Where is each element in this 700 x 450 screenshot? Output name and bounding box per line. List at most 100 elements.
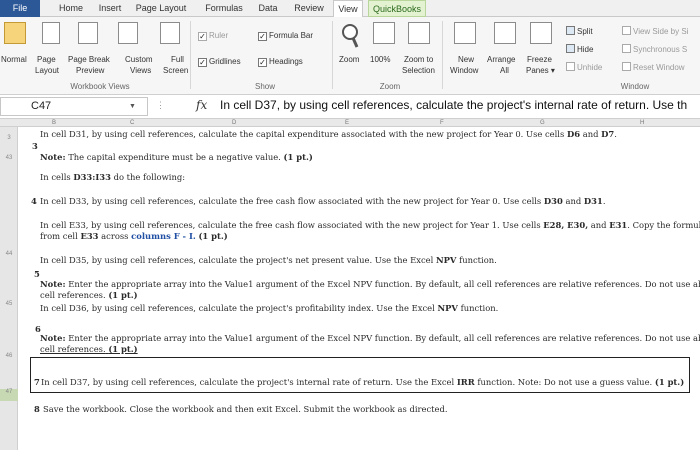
note-label: Note:	[40, 279, 66, 289]
normal-view-button[interactable]: Normal	[1, 55, 27, 64]
tab-review[interactable]: Review	[288, 0, 330, 17]
arrange-all-l1[interactable]: Arrange	[487, 55, 515, 64]
gridlines-checkbox[interactable]: ✓ Gridlines	[198, 57, 241, 67]
column-header-e[interactable]: E	[345, 119, 349, 127]
headings-checkbox[interactable]: ✓ Headings	[258, 57, 303, 67]
custom-views-button-l1[interactable]: Custom	[125, 55, 153, 64]
view-side-by-side-button[interactable]: View Side by Si	[622, 26, 688, 36]
formula-bar-checkbox[interactable]: ✓ Formula Bar	[258, 31, 313, 41]
group-label-zoom: Zoom	[379, 82, 401, 91]
instruction-text: cell references.	[40, 344, 106, 354]
points-text: (1 pt.)	[198, 231, 228, 241]
column-header-d[interactable]: D	[232, 119, 236, 127]
tab-home[interactable]: Home	[52, 0, 90, 17]
row-header-active[interactable]: 47	[0, 389, 18, 401]
freeze-panes-l2[interactable]: Panes ▾	[526, 66, 555, 75]
instruction-text: In cells	[40, 172, 71, 182]
split-label: Split	[577, 27, 593, 36]
row-header[interactable]: 43	[0, 155, 18, 161]
new-window-l1[interactable]: New	[458, 55, 474, 64]
reset-window-button[interactable]: Reset Window	[622, 62, 685, 72]
page-layout-button-l1[interactable]: Page	[37, 55, 56, 64]
ruler-checkbox[interactable]: ✓ Ruler	[198, 31, 228, 41]
tab-view[interactable]: View	[333, 0, 363, 18]
tab-insert[interactable]: Insert	[92, 0, 128, 17]
instruction-text: function.	[459, 255, 497, 265]
instruction-line: Save the workbook. Close the workbook an…	[43, 404, 448, 414]
column-header-h[interactable]: H	[640, 119, 644, 127]
column-header-f[interactable]: F	[440, 119, 444, 127]
instruction-line: from cell E33 across columns F - I. (1 p…	[40, 231, 228, 241]
cell-ref-text: E28, E30,	[543, 220, 589, 230]
page-break-button-l1[interactable]: Page Break	[68, 55, 110, 64]
function-name-text: IRR	[456, 377, 475, 387]
page-layout-button-l2[interactable]: Layout	[35, 66, 59, 75]
side-by-side-icon	[622, 26, 631, 35]
unhide-button[interactable]: Unhide	[566, 62, 602, 72]
insert-function-icon[interactable]: fx	[196, 98, 207, 112]
instruction-text: from cell	[40, 231, 78, 241]
sync-scroll-icon	[622, 44, 631, 53]
cell-ref-text: D6	[566, 129, 581, 139]
full-screen-icon[interactable]	[160, 22, 180, 44]
formula-bar: C47 ▼ ⋮ fx In cell D37, by using cell re…	[0, 95, 700, 119]
cell-ref-text: D7	[601, 129, 615, 139]
row-header[interactable]: 45	[0, 301, 18, 307]
freeze-panes-icon[interactable]	[530, 22, 552, 44]
zoom-100-icon[interactable]	[373, 22, 395, 44]
row-header[interactable]: 46	[0, 353, 18, 359]
new-window-icon[interactable]	[454, 22, 476, 44]
column-header-b[interactable]: B	[52, 119, 56, 127]
chevron-down-icon[interactable]: ▼	[129, 103, 136, 110]
worksheet-grid[interactable]: B C D E F G H 3 43 44 45 46 47 In cell D…	[0, 119, 700, 450]
zoom-to-selection-l2[interactable]: Selection	[402, 66, 435, 75]
split-button[interactable]: Split	[566, 26, 593, 36]
row-header[interactable]: 44	[0, 251, 18, 257]
tab-file[interactable]: File	[0, 0, 40, 17]
page-break-preview-icon[interactable]	[78, 22, 98, 44]
separator	[190, 21, 191, 89]
arrange-all-icon[interactable]	[494, 22, 516, 44]
freeze-panes-label: Panes	[526, 66, 549, 75]
column-header-c[interactable]: C	[130, 119, 134, 127]
chevron-down-icon: ▾	[550, 66, 555, 75]
tab-formulas[interactable]: Formulas	[198, 0, 250, 17]
formula-bar-check-icon: ✓	[258, 32, 267, 41]
column-header-g[interactable]: G	[540, 119, 545, 127]
formula-input[interactable]: In cell D37, by using cell references, c…	[220, 98, 687, 112]
new-window-l2[interactable]: Window	[450, 66, 478, 75]
gridlines-check-icon: ✓	[198, 58, 207, 67]
cell-ref-text: columns F - I.	[131, 231, 196, 241]
instruction-text: In cell D35, by using cell references, c…	[40, 255, 434, 265]
cell-ref-text: D31	[583, 196, 603, 206]
arrange-all-l2[interactable]: All	[500, 66, 509, 75]
hide-button[interactable]: Hide	[566, 44, 593, 54]
freeze-panes-l1[interactable]: Freeze	[527, 55, 552, 64]
tab-quickbooks[interactable]: QuickBooks	[368, 0, 426, 17]
custom-views-icon[interactable]	[118, 22, 138, 44]
custom-views-button-l2[interactable]: Views	[130, 66, 151, 75]
instruction-text: The capital expenditure must be a negati…	[68, 152, 281, 162]
tab-page-layout[interactable]: Page Layout	[130, 0, 192, 17]
synchronous-scrolling-button[interactable]: Synchronous S	[622, 44, 687, 54]
points-text: (1 pt.)	[654, 377, 685, 387]
tab-data[interactable]: Data	[254, 0, 282, 17]
reset-window-icon	[622, 62, 631, 71]
full-screen-button-l1[interactable]: Full	[171, 55, 184, 64]
ribbon-view: Normal Page Layout Page Break Preview Cu…	[0, 17, 700, 95]
full-screen-button-l2[interactable]: Screen	[163, 66, 188, 75]
page-break-button-l2[interactable]: Preview	[76, 66, 104, 75]
zoom-to-selection-l1[interactable]: Zoom to	[404, 55, 433, 64]
normal-view-icon[interactable]	[4, 22, 26, 44]
name-box[interactable]: C47	[0, 97, 148, 116]
step-number: 5	[34, 269, 40, 279]
ribbon-tab-bar: File Home Insert Page Layout Formulas Da…	[0, 0, 700, 18]
zoom-selection-icon[interactable]	[408, 22, 430, 44]
zoom-100-button[interactable]: 100%	[370, 55, 390, 64]
selected-cell-c47[interactable]	[30, 357, 690, 393]
zoom-button[interactable]: Zoom	[339, 55, 359, 64]
page-layout-icon[interactable]	[42, 22, 60, 44]
function-name-text: NPV	[437, 303, 458, 313]
row-header[interactable]: 3	[0, 135, 18, 141]
zoom-magnifier-icon[interactable]	[340, 23, 362, 49]
